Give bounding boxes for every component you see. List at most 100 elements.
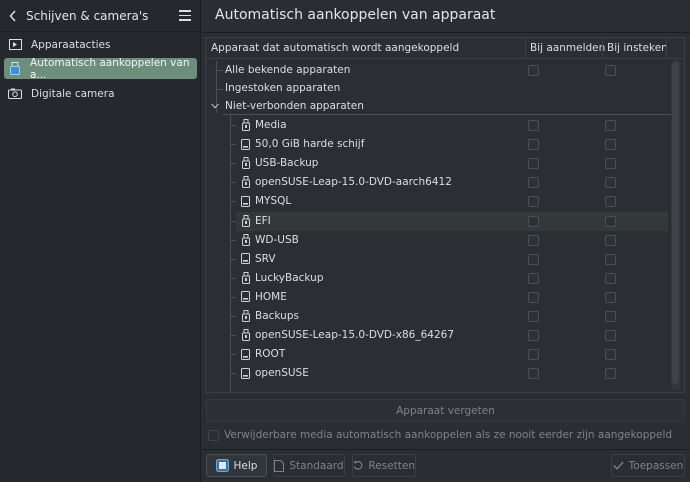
tree-branch-line	[230, 125, 236, 126]
usb-drive-icon	[241, 271, 250, 284]
device-label: EFI	[255, 214, 271, 227]
device-row[interactable]: openSUSE-Leap-15.0-DVD-x86_64267	[230, 326, 668, 345]
device-row[interactable]: 50,0 GiB harde schijf	[230, 135, 668, 154]
sidebar-item-device-actions[interactable]: Apparaatacties	[4, 34, 197, 55]
device-row[interactable]: Backups	[230, 307, 668, 326]
tree-branch-line	[230, 201, 236, 203]
on-login-checkbox[interactable]	[528, 177, 539, 189]
reset-button[interactable]: Resetten	[352, 454, 416, 477]
on-attach-checkbox[interactable]	[605, 65, 616, 76]
auto-mount-removable-checkbox[interactable]	[208, 430, 219, 441]
on-attach-checkbox[interactable]	[605, 196, 616, 208]
on-login-checkbox[interactable]	[528, 272, 539, 284]
on-attach-checkbox[interactable]	[605, 158, 616, 170]
tree-row-disconnected[interactable]: Niet-verbonden apparaten	[206, 97, 684, 116]
device-row[interactable]: openSUSE	[230, 364, 668, 383]
hard-disk-icon	[241, 348, 250, 360]
device-row[interactable]: MYSQL	[230, 192, 668, 211]
column-header-on-login[interactable]: Bij aanmelden	[530, 42, 605, 54]
apply-button[interactable]: Toepassen	[611, 454, 685, 477]
tree-row-attached[interactable]: Ingestoken apparaten	[206, 79, 684, 98]
on-attach-checkbox[interactable]	[605, 177, 616, 189]
on-login-checkbox[interactable]	[528, 368, 539, 380]
on-login-checkbox[interactable]	[528, 139, 539, 151]
scrollbar-thumb[interactable]	[672, 62, 679, 384]
on-login-checkbox[interactable]	[528, 158, 539, 170]
column-header-device[interactable]: Apparaat dat automatisch wordt aangekopp…	[211, 42, 459, 54]
on-attach-checkbox[interactable]	[605, 215, 616, 227]
device-row[interactable]: SRV	[230, 250, 668, 269]
sidebar-header: Schijven & camera's	[0, 0, 200, 32]
tree-branch-line	[230, 115, 231, 392]
on-attach-checkbox[interactable]	[605, 234, 616, 246]
on-login-checkbox[interactable]	[528, 349, 539, 361]
tree-scrollbar[interactable]	[671, 60, 680, 390]
device-row[interactable]: USB-Backup	[230, 154, 668, 173]
device-actions-icon	[8, 39, 22, 51]
sidebar-item-auto-mount[interactable]: Automatisch aankoppelen van a...	[4, 57, 197, 81]
on-login-checkbox[interactable]	[528, 291, 539, 303]
usb-drive-icon	[241, 214, 250, 227]
on-attach-checkbox[interactable]	[605, 272, 616, 284]
column-divider	[525, 38, 526, 59]
device-tree[interactable]: Apparaat dat automatisch wordt aangekopp…	[205, 37, 685, 393]
auto-mount-removable-label: Verwijderbare media automatisch aankoppe…	[224, 429, 673, 441]
on-login-checkbox[interactable]	[528, 234, 539, 246]
on-login-checkbox[interactable]	[528, 196, 539, 208]
on-attach-checkbox[interactable]	[605, 291, 616, 303]
column-header-on-attach[interactable]: Bij insteken	[607, 42, 668, 54]
on-attach-checkbox[interactable]	[605, 253, 616, 265]
device-label: openSUSE-Leap-15.0-DVD-x86_64267	[255, 329, 455, 342]
usb-drive-icon	[241, 310, 250, 322]
tree-row-label: Ingestoken apparaten	[225, 82, 341, 94]
usb-drive-icon	[241, 329, 250, 342]
reset-label: Resetten	[368, 459, 415, 472]
device-row[interactable]: EFI	[230, 211, 668, 231]
tree-branch-line	[230, 277, 236, 279]
tree-branch-line	[230, 296, 236, 298]
help-button[interactable]: Help	[206, 454, 267, 477]
device-label: USB-Backup	[255, 157, 319, 170]
on-login-checkbox[interactable]	[528, 311, 539, 322]
device-label: 50,0 GiB harde schijf	[255, 138, 365, 151]
device-row[interactable]: HOME	[230, 288, 668, 307]
device-row[interactable]: LuckyBackup	[230, 269, 668, 288]
on-login-checkbox[interactable]	[528, 215, 539, 227]
on-attach-checkbox[interactable]	[605, 311, 616, 322]
chevron-left-icon	[9, 9, 16, 22]
on-attach-checkbox[interactable]	[605, 349, 616, 361]
hard-disk-icon	[241, 253, 250, 265]
device-row[interactable]: openSUSE-Leap-15.0-DVD-aarch6412	[230, 173, 668, 192]
on-login-checkbox[interactable]	[528, 330, 539, 342]
usb-drive-icon	[241, 233, 250, 246]
tree-branch-line	[230, 316, 236, 317]
on-login-checkbox[interactable]	[528, 253, 539, 265]
hamburger-menu-button[interactable]	[170, 0, 200, 32]
usb-drive-icon	[241, 119, 250, 131]
on-attach-checkbox[interactable]	[605, 330, 616, 342]
device-row[interactable]: ROOT	[230, 345, 668, 364]
page-title: Automatisch aankoppelen van apparaat	[215, 7, 496, 23]
on-attach-checkbox[interactable]	[605, 368, 616, 380]
on-login-checkbox[interactable]	[528, 65, 539, 76]
on-attach-checkbox[interactable]	[605, 120, 616, 131]
tree-row-all-known[interactable]: Alle bekende apparaten	[206, 61, 684, 80]
tree-branch-line	[230, 354, 236, 356]
sidebar-item-label: Digitale camera	[31, 87, 115, 100]
usb-mount-icon	[8, 62, 21, 75]
forget-device-button[interactable]: Apparaat vergeten	[206, 399, 685, 422]
on-attach-checkbox[interactable]	[605, 139, 616, 151]
apply-label: Toepassen	[628, 459, 684, 472]
usb-drive-icon	[241, 176, 250, 189]
back-button[interactable]	[0, 0, 26, 32]
sidebar-item-digital-camera[interactable]: Digitale camera	[4, 83, 197, 104]
chevron-down-icon[interactable]	[211, 103, 219, 109]
column-divider	[602, 38, 603, 59]
device-label: openSUSE	[255, 367, 309, 380]
defaults-button[interactable]: Standaard	[273, 454, 345, 477]
device-label: Backups	[255, 310, 299, 322]
tree-branch-line	[230, 258, 236, 260]
device-row[interactable]: WD-USB	[230, 231, 668, 250]
on-login-checkbox[interactable]	[528, 120, 539, 131]
device-row[interactable]: Media	[230, 116, 668, 135]
